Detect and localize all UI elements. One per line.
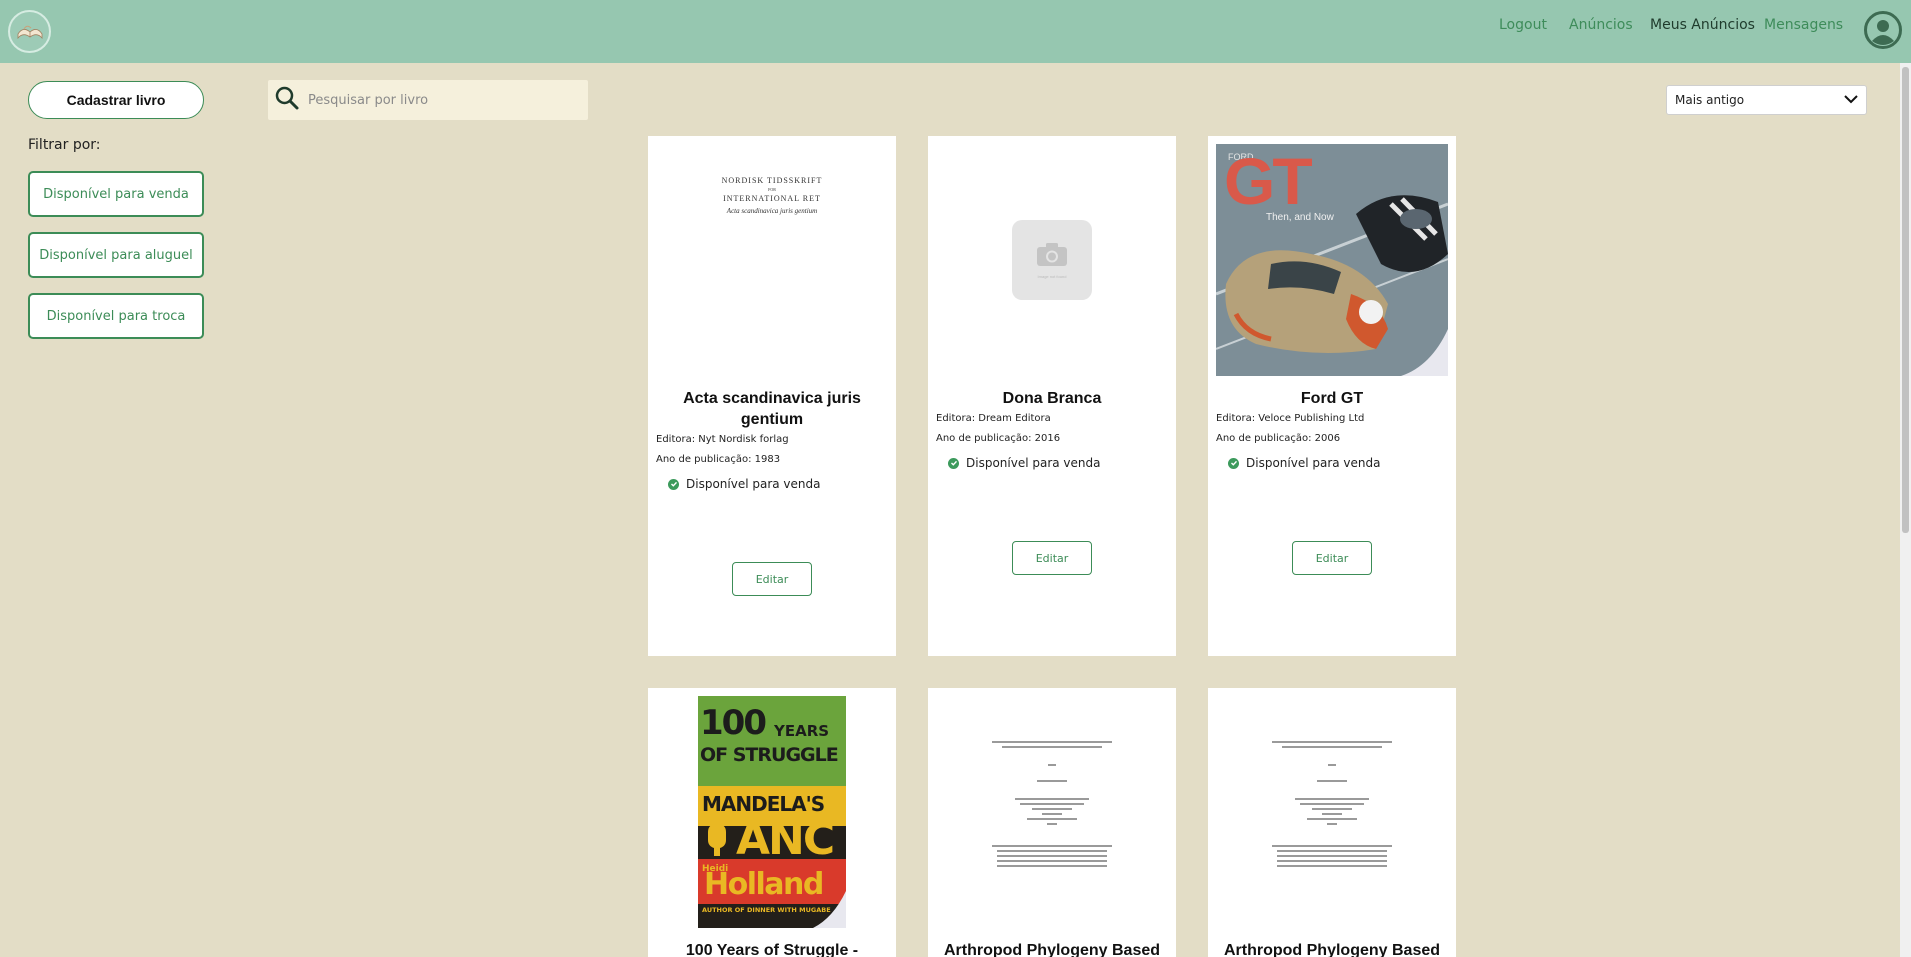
book-cover: 100 YEARS OF STRUGGLE MANDELA'S ANC Heid… <box>656 696 888 928</box>
availability-label: Disponível para venda <box>1246 456 1381 470</box>
search-input[interactable] <box>308 92 558 108</box>
availability-status: Disponível para venda <box>1228 456 1381 470</box>
book-cover: FORD GT Then, and Now <box>1216 144 1448 376</box>
nav-mensagens[interactable]: Mensagens <box>1764 17 1843 33</box>
availability-label: Disponível para venda <box>686 477 821 491</box>
cover-text: INTERNATIONAL RET <box>723 194 821 203</box>
availability-status: Disponível para venda <box>668 477 821 491</box>
check-circle-icon <box>1228 457 1239 469</box>
cover-text: Acta scandinavica juris gentium <box>726 207 818 215</box>
book-title: 100 Years of Struggle - <box>685 942 859 957</box>
image-placeholder: Image not found <box>1012 220 1092 300</box>
book-ano: Ano de publicação: 2006 <box>1216 433 1341 444</box>
book-title: Arthropod Phylogeny Based <box>943 942 1161 957</box>
book-title: Acta scandinavica juris gentium <box>683 390 861 428</box>
cover-text: Then, and Now <box>1266 212 1334 223</box>
book-editora: Editora: Nyt Nordisk forlag <box>656 434 789 445</box>
cover-text: GT <box>1224 144 1313 218</box>
book-card[interactable]: Arthropod Phylogeny Based <box>928 688 1176 957</box>
cover-text: NORDISK TIDSSKRIFT <box>721 176 823 185</box>
filter-troca-button[interactable]: Disponível para troca <box>28 293 204 339</box>
filter-aluguel-button[interactable]: Disponível para aluguel <box>28 232 204 278</box>
book-cover: NORDISK TIDSSKRIFT FOR INTERNATIONAL RET… <box>656 144 888 376</box>
book-cover <box>936 696 1168 928</box>
page-scrollbar[interactable] <box>1900 63 1911 957</box>
scrollbar-thumb[interactable] <box>1902 67 1909 533</box>
book-title: Ford GT <box>1300 390 1364 407</box>
book-title: Arthropod Phylogeny Based <box>1223 942 1441 957</box>
placeholder-text: Image not found <box>1037 274 1067 279</box>
availability-status: Disponível para venda <box>948 456 1101 470</box>
book-card[interactable]: Image not found Dona Branca Editora: Dre… <box>928 136 1176 656</box>
cadastrar-livro-button[interactable]: Cadastrar livro <box>28 81 204 119</box>
thesis-cover <box>977 737 1127 887</box>
book-editora: Editora: Dream Editora <box>936 413 1051 424</box>
book-cover: Image not found <box>936 144 1168 376</box>
thesis-cover <box>1257 737 1407 887</box>
book-ano: Ano de publicação: 2016 <box>936 433 1061 444</box>
filter-venda-button[interactable]: Disponível para venda <box>28 171 204 217</box>
chevron-down-icon <box>1844 93 1858 107</box>
check-circle-icon <box>948 457 959 469</box>
nav-meus-anuncios[interactable]: Meus Anúncios <box>1650 17 1755 33</box>
cover-text: FOR <box>768 187 776 192</box>
book-card[interactable]: NORDISK TIDSSKRIFT FOR INTERNATIONAL RET… <box>648 136 896 656</box>
book-ano: Ano de publicação: 1983 <box>656 454 781 465</box>
nav-logout[interactable]: Logout <box>1499 17 1547 33</box>
check-circle-icon <box>668 478 679 490</box>
book-card[interactable]: FORD GT Then, and Now Ford GT Editora: V… <box>1208 136 1456 656</box>
book-card[interactable]: Arthropod Phylogeny Based <box>1208 688 1456 957</box>
search-bar <box>268 80 588 120</box>
edit-button[interactable]: Editar <box>1292 541 1372 575</box>
search-icon[interactable] <box>268 85 300 116</box>
filter-label: Filtrar por: <box>28 137 101 153</box>
book-card[interactable]: 100 YEARS OF STRUGGLE MANDELA'S ANC Heid… <box>648 688 896 957</box>
edit-button[interactable]: Editar <box>732 562 812 596</box>
nav-anuncios[interactable]: Anúncios <box>1569 17 1633 33</box>
book-title: Dona Branca <box>1002 390 1102 407</box>
book-editora: Editora: Veloce Publishing Ltd <box>1216 413 1365 424</box>
sort-select[interactable]: Mais antigo <box>1666 85 1867 115</box>
edit-button[interactable]: Editar <box>1012 541 1092 575</box>
availability-label: Disponível para venda <box>966 456 1101 470</box>
top-navbar: Logout Anúncios Meus Anúncios Mensagens <box>0 0 1911 63</box>
logo-icon[interactable] <box>8 10 51 53</box>
camera-icon <box>1035 241 1069 272</box>
profile-icon[interactable] <box>1864 11 1902 49</box>
sort-selected-value: Mais antigo <box>1675 93 1745 107</box>
book-cover <box>1216 696 1448 928</box>
